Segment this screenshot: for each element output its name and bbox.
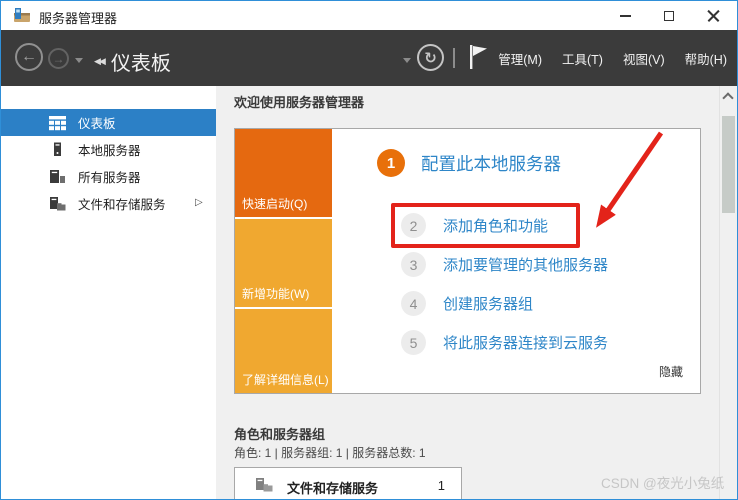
step-number-badge: 5	[401, 330, 426, 355]
local-server-icon	[49, 142, 66, 158]
quickstart-tile: 快速启动(Q) 新增功能(W) 了解详细信息(L) 1 配置此本地服务器 2 添…	[234, 128, 701, 394]
menu-help[interactable]: 帮助(H)	[685, 49, 727, 68]
refresh-button[interactable]: ↻	[417, 44, 444, 71]
sidebar-item-dashboard[interactable]: 仪表板	[1, 109, 216, 136]
breadcrumb-chevrons-icon: ◀◀	[94, 56, 104, 67]
step-configure-local-server[interactable]: 1 配置此本地服务器	[377, 149, 561, 177]
maximize-button[interactable]	[647, 1, 691, 30]
tab-label: 新增功能(W)	[242, 285, 309, 302]
breadcrumb[interactable]: ◀◀ 仪表板	[94, 47, 171, 76]
hide-link[interactable]: 隐藏	[659, 363, 683, 380]
file-storage-services-tile[interactable]: 文件和存储服务 1	[234, 467, 462, 500]
tab-quick-start[interactable]: 快速启动(Q)	[235, 129, 332, 217]
expand-arrow-icon[interactable]: ▷	[195, 197, 203, 208]
forward-arrow-icon: →	[53, 52, 65, 66]
step-number-badge: 2	[401, 213, 426, 238]
sidebar-item-label: 所有服务器	[78, 167, 141, 186]
step-number-badge: 4	[401, 291, 426, 316]
roles-section-title: 角色和服务器组	[234, 424, 325, 443]
sidebar: 仪表板 本地服务器 所有服务器 文件和存	[1, 86, 216, 499]
step-number-badge: 3	[401, 252, 426, 277]
file-storage-services-icon	[49, 196, 66, 212]
sidebar-item-label: 本地服务器	[78, 140, 141, 159]
step-add-other-servers[interactable]: 3 添加要管理的其他服务器	[401, 252, 608, 277]
step-create-server-group[interactable]: 4 创建服务器组	[401, 291, 533, 316]
sidebar-item-label: 仪表板	[78, 113, 116, 132]
minimize-icon	[620, 15, 631, 17]
title-bar: 服务器管理器	[1, 1, 737, 30]
menu-view[interactable]: 视图(V)	[623, 49, 665, 68]
navigation-bar: ← → ◀◀ 仪表板 ↻ 管理(M) 工具(T) 视图(V) 帮助(H)	[1, 30, 737, 86]
sidebar-item-local-server[interactable]: 本地服务器	[1, 136, 216, 163]
history-dropdown-icon[interactable]	[75, 58, 83, 63]
step-connect-to-cloud[interactable]: 5 将此服务器连接到云服务	[401, 330, 608, 355]
menu-tools[interactable]: 工具(T)	[562, 49, 603, 68]
maximize-icon	[664, 11, 674, 21]
scroll-up-icon[interactable]	[722, 92, 733, 103]
forward-button[interactable]: →	[48, 48, 69, 69]
breadcrumb-label: 仪表板	[111, 47, 171, 76]
step-link[interactable]: 配置此本地服务器	[421, 151, 561, 176]
roles-section-counts: 角色: 1 | 服务器组: 1 | 服务器总数: 1	[234, 444, 426, 461]
step-link[interactable]: 将此服务器连接到云服务	[443, 332, 608, 353]
sidebar-item-label: 文件和存储服务	[78, 194, 166, 213]
watermark-text: CSDN @夜光小兔纸	[601, 472, 724, 492]
minimize-button[interactable]	[603, 1, 647, 30]
tab-label: 了解详细信息(L)	[242, 371, 329, 388]
menu-manage[interactable]: 管理(M)	[498, 49, 542, 68]
address-dropdown-icon[interactable]	[403, 58, 411, 63]
close-icon	[707, 9, 720, 22]
step-link[interactable]: 添加角色和功能	[443, 215, 548, 236]
dashboard-grid-icon	[49, 115, 66, 131]
refresh-icon: ↻	[424, 49, 437, 67]
tab-label: 快速启动(Q)	[242, 195, 307, 212]
quickstart-tab-column: 快速启动(Q) 新增功能(W) 了解详细信息(L)	[235, 129, 332, 393]
tile-label: 文件和存储服务	[287, 478, 378, 497]
file-storage-tile-icon	[255, 477, 273, 493]
server-manager-app-icon	[13, 7, 31, 23]
step-number-badge: 1	[377, 149, 405, 177]
notifications-flag-button[interactable]	[467, 43, 491, 71]
tab-whats-new[interactable]: 新增功能(W)	[235, 219, 332, 307]
close-button[interactable]	[691, 1, 735, 30]
sidebar-item-file-storage-services[interactable]: 文件和存储服务 ▷	[1, 190, 216, 217]
back-button[interactable]: ←	[15, 43, 43, 71]
sidebar-item-all-servers[interactable]: 所有服务器	[1, 163, 216, 190]
back-arrow-icon: ←	[21, 48, 37, 66]
server-manager-window: 服务器管理器 ← → ◀◀ 仪表板 ↻ 管理(M) 工具(T) 视图(V) 帮助…	[0, 0, 738, 500]
toolbar-separator	[453, 48, 455, 68]
welcome-header: 欢迎使用服务器管理器	[234, 92, 364, 111]
vertical-scrollbar[interactable]	[719, 86, 737, 499]
all-servers-icon	[49, 169, 66, 185]
step-link[interactable]: 添加要管理的其他服务器	[443, 254, 608, 275]
tab-learn-more[interactable]: 了解详细信息(L)	[235, 309, 332, 393]
step-link[interactable]: 创建服务器组	[443, 293, 533, 314]
scrollbar-thumb[interactable]	[722, 116, 735, 213]
window-title: 服务器管理器	[39, 8, 117, 27]
step-add-roles-and-features[interactable]: 2 添加角色和功能	[401, 213, 548, 238]
tile-count: 1	[438, 478, 445, 493]
